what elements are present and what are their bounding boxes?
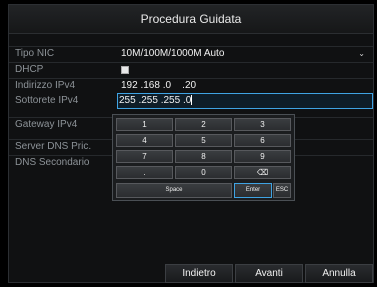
key-0[interactable]: 0: [175, 166, 232, 179]
key-1[interactable]: 1: [116, 118, 173, 131]
key-3[interactable]: 3: [234, 118, 291, 131]
subnet-octet-3: 255: [163, 95, 181, 106]
backspace-key[interactable]: ⌫: [234, 166, 291, 179]
ipv4-field[interactable]: 192 .168 .0 .20: [121, 79, 196, 93]
chevron-down-icon[interactable]: ⌄: [358, 47, 365, 61]
subnet-octet-1: 255: [119, 95, 136, 106]
subnet-octet-2: 255: [141, 95, 158, 106]
esc-key[interactable]: ESC: [273, 183, 291, 198]
key-7[interactable]: 7: [116, 150, 173, 163]
ipv4-octet-2: 168: [143, 80, 160, 91]
enter-key[interactable]: Enter: [234, 183, 272, 198]
ipv4-octet-3: 0: [165, 80, 172, 91]
subnet-field[interactable]: 255 .255 .255 .0: [119, 94, 193, 108]
key-4[interactable]: 4: [116, 134, 173, 147]
subnet-row: Sottorete IPv4 255 .255 .255 .0: [9, 93, 373, 109]
space-key[interactable]: Space: [116, 183, 232, 198]
next-button[interactable]: Avanti: [235, 264, 303, 283]
subnet-label: Sottorete IPv4: [15, 95, 79, 106]
dhcp-label: DHCP: [15, 64, 44, 75]
dns-primary-label: Server DNS Pric.: [15, 141, 92, 152]
nic-type-row[interactable]: Tipo NIC 10M/100M/1000M Auto ⌄: [9, 46, 373, 61]
key-9[interactable]: 9: [234, 150, 291, 163]
dhcp-row: DHCP: [9, 62, 373, 77]
dns-secondary-label: DNS Secondario: [15, 157, 90, 168]
ipv4-row: Indirizzo IPv4 192 .168 .0 .20: [9, 78, 373, 93]
key-2[interactable]: 2: [175, 118, 232, 131]
dhcp-checkbox[interactable]: [121, 66, 129, 74]
key-8[interactable]: 8: [175, 150, 232, 163]
cancel-button[interactable]: Annulla: [305, 264, 373, 283]
gateway-label: Gateway IPv4: [15, 119, 78, 130]
ipv4-label: Indirizzo IPv4: [15, 80, 76, 91]
numeric-keypad: 1 2 3 4 5 6 7 8 9 . 0 ⌫ Space Enter ESC: [112, 114, 295, 201]
key-5[interactable]: 5: [175, 134, 232, 147]
text-cursor: [191, 95, 193, 106]
back-button[interactable]: Indietro: [165, 264, 233, 283]
window-title: Procedura Guidata: [9, 5, 373, 34]
key-6[interactable]: 6: [234, 134, 291, 147]
ipv4-octet-4: 20: [184, 80, 197, 91]
key-dot[interactable]: .: [116, 166, 173, 179]
nic-type-select[interactable]: 10M/100M/1000M Auto: [121, 47, 224, 61]
ipv4-octet-1: 192: [121, 80, 138, 91]
backspace-icon: ⌫: [256, 168, 269, 177]
nic-type-label: Tipo NIC: [15, 48, 55, 59]
